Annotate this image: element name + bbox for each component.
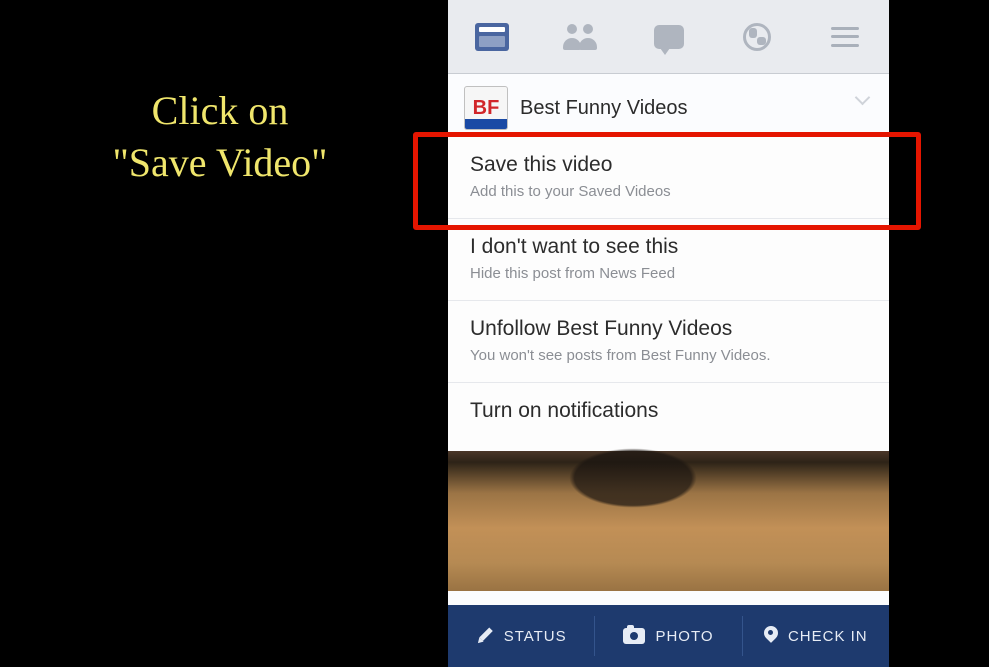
- photo-label: PHOTO: [655, 628, 713, 645]
- tab-messages[interactable]: [624, 0, 712, 73]
- menu-item-turn-on-notifications[interactable]: Turn on notifications: [448, 382, 889, 451]
- camera-icon: [623, 628, 645, 644]
- tab-menu[interactable]: [801, 0, 889, 73]
- phone-screen: BF Best Funny Videos Save this video Add…: [448, 0, 889, 667]
- menu-sub: Add this to your Saved Videos: [470, 183, 867, 200]
- page-avatar[interactable]: BF: [464, 86, 508, 130]
- video-thumbnail[interactable]: [448, 451, 889, 591]
- checkin-label: CHECK IN: [788, 628, 868, 645]
- checkin-button[interactable]: CHECK IN: [743, 616, 889, 656]
- menu-title: I don't want to see this: [470, 235, 867, 259]
- tab-friend-requests[interactable]: [536, 0, 624, 73]
- pin-icon: [764, 626, 778, 646]
- menu-item-save-video[interactable]: Save this video Add this to your Saved V…: [448, 136, 889, 218]
- tab-notifications[interactable]: [713, 0, 801, 73]
- menu-title: Save this video: [470, 153, 867, 177]
- globe-icon: [743, 23, 771, 51]
- menu-sub: Hide this post from News Feed: [470, 265, 867, 282]
- status-label: STATUS: [504, 628, 567, 645]
- top-nav-bar: [448, 0, 889, 74]
- instruction-text: Click on "Save Video": [45, 85, 395, 189]
- friends-icon: [561, 24, 599, 50]
- chevron-down-icon[interactable]: [857, 92, 871, 100]
- avatar-text: BF: [473, 97, 500, 120]
- menu-item-unfollow[interactable]: Unfollow Best Funny Videos You won't see…: [448, 300, 889, 382]
- post-options-menu: Save this video Add this to your Saved V…: [448, 136, 889, 451]
- instruction-line1: Click on: [45, 85, 395, 137]
- photo-button[interactable]: PHOTO: [595, 616, 742, 656]
- hamburger-icon: [831, 27, 859, 47]
- tab-newsfeed[interactable]: [448, 0, 536, 73]
- pencil-icon: [472, 623, 497, 648]
- menu-title: Turn on notifications: [470, 399, 867, 423]
- newsfeed-icon: [475, 23, 509, 51]
- menu-sub: You won't see posts from Best Funny Vide…: [470, 347, 867, 364]
- instruction-line2: "Save Video": [45, 137, 395, 189]
- menu-item-dont-want[interactable]: I don't want to see this Hide this post …: [448, 218, 889, 300]
- status-button[interactable]: STATUS: [448, 616, 595, 656]
- bottom-action-bar: STATUS PHOTO CHECK IN: [448, 605, 889, 667]
- page-name[interactable]: Best Funny Videos: [520, 97, 688, 120]
- post-header: BF Best Funny Videos: [448, 74, 889, 136]
- messages-icon: [654, 25, 684, 49]
- menu-title: Unfollow Best Funny Videos: [470, 317, 867, 341]
